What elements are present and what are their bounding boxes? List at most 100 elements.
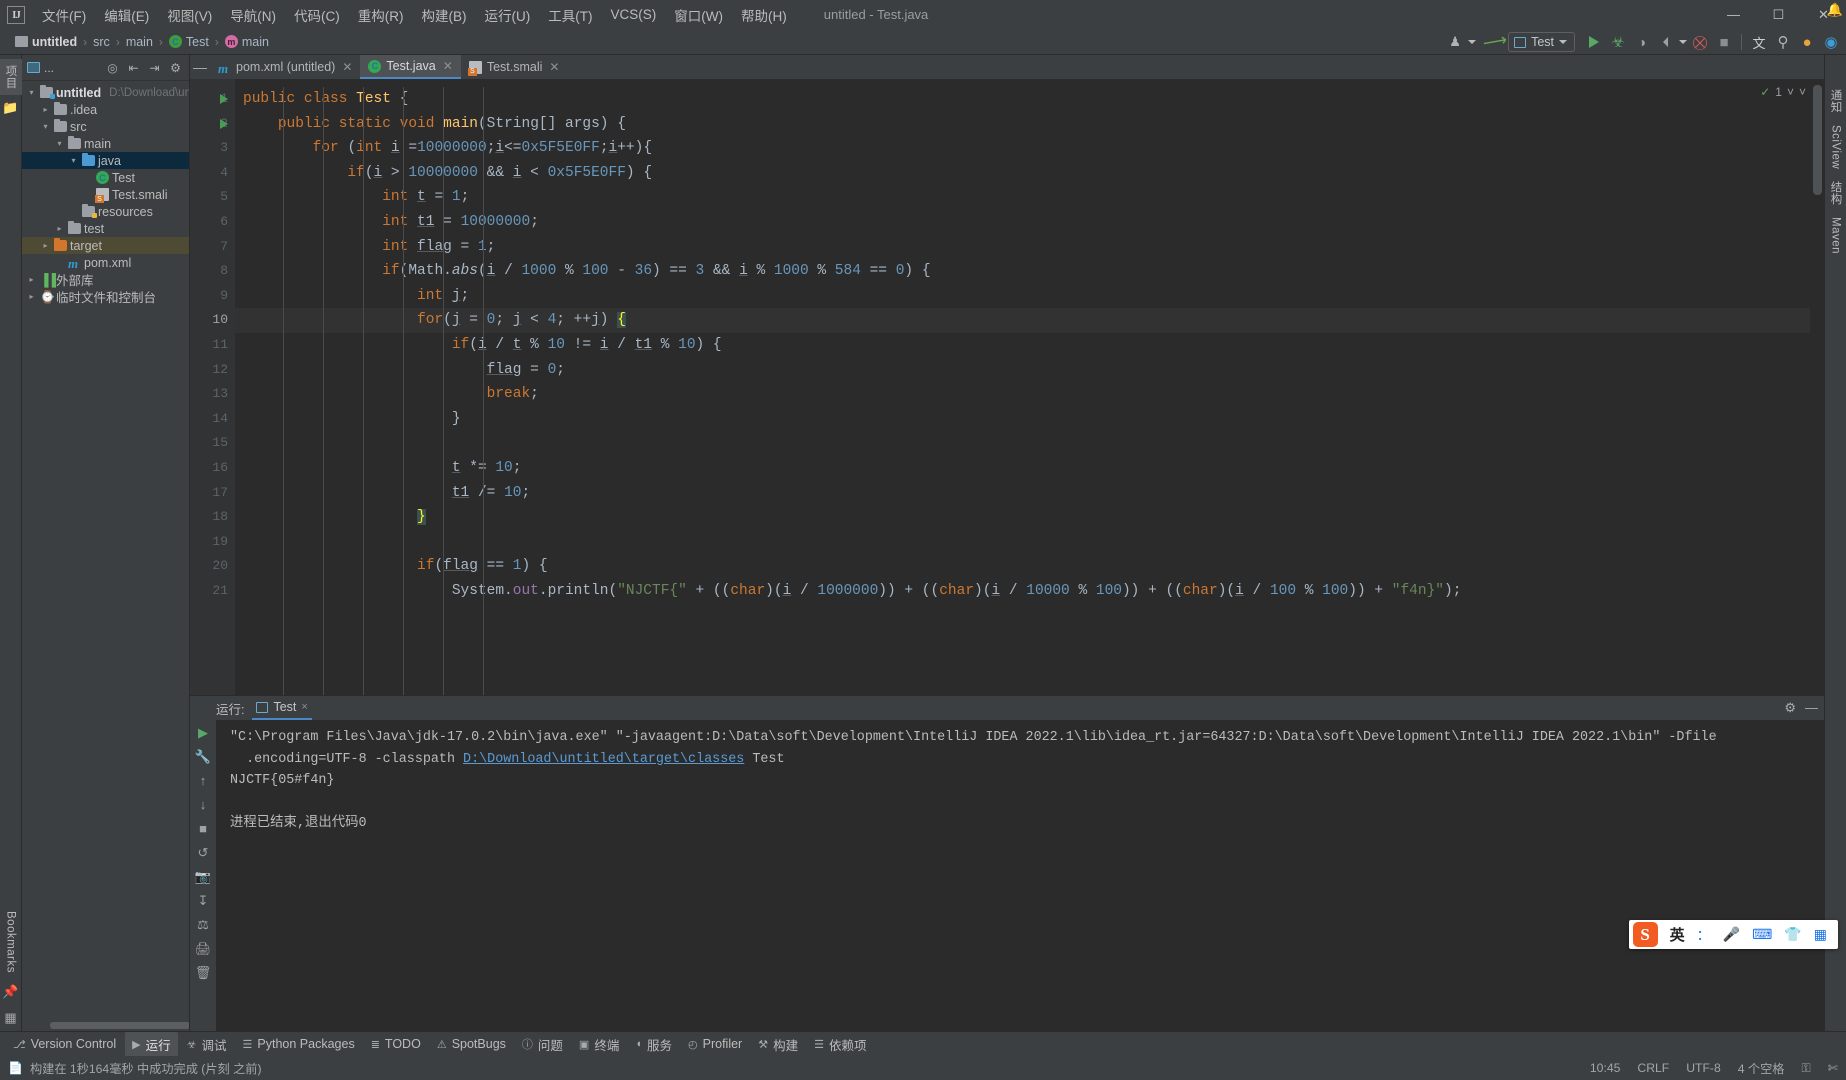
menu-window[interactable]: 窗口(W) [665, 2, 732, 28]
export-icon[interactable]: ↧ [198, 892, 209, 909]
code-line[interactable]: if(Math.abs(i / 1000 % 100 - 36) == 3 &&… [235, 259, 1810, 284]
sidebar-item-bookmarks[interactable]: Bookmarks [2, 905, 20, 979]
line-number[interactable]: 13 [190, 382, 235, 407]
bottom-tab---[interactable]: ☣调试 [180, 1032, 234, 1057]
console-output[interactable]: "C:\Program Files\Java\jdk-17.0.2\bin\ja… [216, 720, 1824, 1031]
bottom-tab---[interactable]: ▣终端 [572, 1032, 626, 1057]
close-icon[interactable]: ✕ [443, 59, 453, 73]
bottom-tab-python-packages[interactable]: ☰Python Packages [236, 1034, 362, 1054]
user-account-icon[interactable]: ♟ [1444, 31, 1466, 53]
line-number[interactable]: 3 [190, 136, 235, 161]
plug-icon[interactable]: ✄ [1828, 1061, 1838, 1075]
code-line[interactable]: break; [235, 382, 1810, 407]
indent-indicator[interactable]: 4 个空格 [1738, 1059, 1785, 1077]
build-log-icon[interactable]: 📄 [8, 1061, 23, 1075]
soft-wrap-icon[interactable]: ↺ [198, 844, 209, 861]
tree-node[interactable]: resources [22, 203, 189, 220]
menu-build[interactable]: 构建(B) [413, 2, 476, 28]
tree-node[interactable]: ▾untitledD:\Download\unti [22, 84, 189, 101]
bottom-tab-version-control[interactable]: ⎇Version Control [6, 1034, 123, 1054]
chevron-right-icon[interactable]: ▸ [26, 275, 37, 284]
chevron-down-icon[interactable]: ▾ [54, 139, 65, 148]
collapse-all-icon[interactable]: ⇥ [146, 61, 163, 75]
code-line[interactable]: flag = 0; [235, 358, 1810, 383]
line-number[interactable]: 7 [190, 235, 235, 260]
grid-icon[interactable]: ▦ [4, 1005, 16, 1031]
camera-icon[interactable]: 📷 [195, 868, 211, 885]
code-line[interactable]: } [235, 407, 1810, 432]
ime-mode-label[interactable]: 英 [1670, 924, 1685, 945]
chevron-down-icon[interactable]: ˅ [1799, 85, 1806, 99]
tree-node[interactable]: ▸target [22, 237, 189, 254]
editor-gutter[interactable]: 123456789101112131415161718192021 [190, 79, 235, 695]
sidebar-item-sciview[interactable]: SciView [1827, 119, 1845, 175]
scroll-up-icon[interactable]: ↑ [200, 772, 207, 789]
line-number[interactable]: 19 [190, 530, 235, 555]
tree-node[interactable]: Test [22, 169, 189, 186]
translate-icon[interactable]: 文 [1748, 31, 1770, 53]
code-line[interactable]: if(i > 10000000 && i < 0x5F5E0FF) { [235, 161, 1810, 186]
ime-punctuation-icon[interactable]: ： [1697, 925, 1711, 945]
settings-icon[interactable]: ⚙ [167, 61, 184, 75]
line-number[interactable]: 20 [190, 554, 235, 579]
chevron-down-icon[interactable] [1468, 40, 1476, 44]
line-number[interactable]: 4 [190, 161, 235, 186]
code-line[interactable]: } [235, 505, 1810, 530]
editor-tab-test[interactable]: Test.java✕ [360, 55, 460, 79]
tree-node[interactable]: ▾src [22, 118, 189, 135]
sidebar-item-maven[interactable]: Maven [1827, 211, 1845, 260]
code-line[interactable]: public class Test { [235, 87, 1810, 112]
code-editor[interactable]: public class Test { public static void m… [235, 79, 1810, 695]
profiler-button[interactable]: ⏴ [1655, 31, 1677, 53]
console-classpath-link[interactable]: D:\Download\untitled\target\classes [463, 752, 744, 767]
close-icon[interactable]: ✕ [342, 60, 352, 74]
menu-vcs[interactable]: VCS(S) [602, 4, 666, 25]
line-number[interactable]: 1 [190, 87, 235, 112]
bottom-tab-spotbugs[interactable]: ⚠SpotBugs [430, 1034, 513, 1054]
breadcrumb-item-main[interactable]: main [221, 34, 273, 50]
code-line[interactable]: t1 /= 10; [235, 481, 1810, 506]
stop-button[interactable]: ■ [1713, 31, 1735, 53]
line-number[interactable]: 2 [190, 112, 235, 137]
line-number[interactable]: 14 [190, 407, 235, 432]
menu-refactor[interactable]: 重构(R) [349, 2, 413, 28]
apps-icon[interactable]: ▦ [1814, 926, 1827, 943]
code-line[interactable]: if(i / t % 10 != i / t1 % 10) { [235, 333, 1810, 358]
breadcrumb-item-untitled[interactable]: untitled [11, 34, 81, 50]
bottom-tab-todo[interactable]: ≣TODO [364, 1034, 428, 1054]
target-icon[interactable]: ◎ [104, 61, 121, 75]
code-line[interactable] [235, 530, 1810, 555]
encoding-indicator[interactable]: UTF-8 [1686, 1061, 1721, 1075]
breadcrumb-item-test[interactable]: Test [165, 34, 213, 50]
line-number[interactable]: 8 [190, 259, 235, 284]
notification-bell-icon[interactable]: 🔔 [1827, 2, 1843, 18]
bottom-tab---[interactable]: ⚒构建 [751, 1032, 805, 1057]
line-number[interactable]: 5 [190, 185, 235, 210]
minimize-button[interactable]: — [1711, 0, 1756, 29]
chevron-down-icon[interactable] [1679, 40, 1687, 44]
voice-icon[interactable]: 🎤 [1723, 926, 1740, 943]
keyboard-icon[interactable]: ⌨ [1752, 926, 1772, 943]
bottom-tab---[interactable]: ⓘ问题 [515, 1032, 570, 1057]
rerun-icon[interactable]: ▶ [198, 724, 208, 741]
menu-file[interactable]: 文件(F) [33, 2, 95, 28]
lock-icon[interactable]: ⚿ [1802, 1061, 1811, 1076]
menu-help[interactable]: 帮助(H) [732, 2, 796, 28]
line-number[interactable]: 9 [190, 284, 235, 309]
skin-icon[interactable]: 👕 [1784, 926, 1801, 943]
gear-icon[interactable]: ⚙ [1784, 700, 1796, 716]
line-number[interactable]: 21 [190, 579, 235, 604]
editor-scrollbar[interactable] [1810, 79, 1824, 695]
sogou-logo-icon[interactable]: S [1633, 922, 1658, 947]
line-number[interactable]: 15 [190, 431, 235, 456]
debug-button[interactable]: ☣ [1607, 31, 1629, 53]
line-number[interactable]: 16 [190, 456, 235, 481]
run-with-coverage-button[interactable]: ◑ [1631, 31, 1653, 53]
trash-icon[interactable]: 🗑 [195, 964, 212, 981]
project-horizontal-scrollbar[interactable] [50, 1022, 189, 1029]
sidebar-item-project[interactable]: 项目 [0, 59, 22, 95]
chevron-down-icon[interactable]: ▾ [26, 88, 37, 97]
chevron-right-icon[interactable]: ▸ [40, 241, 51, 250]
chevron-up-icon[interactable]: ˅ [1787, 85, 1794, 99]
code-line[interactable] [235, 431, 1810, 456]
